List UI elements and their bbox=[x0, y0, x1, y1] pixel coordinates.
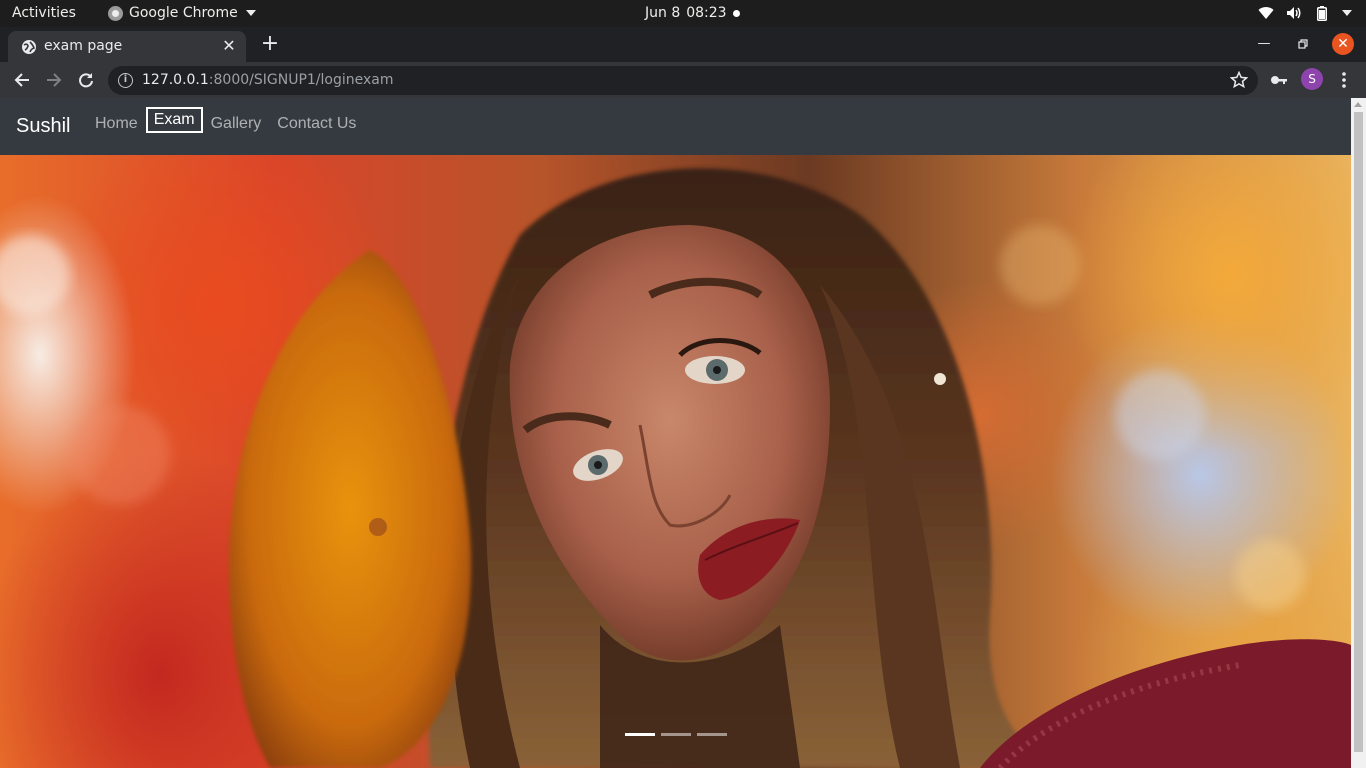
url-text[interactable]: 127.0.0.1:8000/SIGNUP1/loginexam bbox=[142, 72, 393, 88]
system-tray[interactable] bbox=[1258, 5, 1352, 21]
page-scrollbar[interactable] bbox=[1351, 98, 1366, 768]
carousel-indicator-1[interactable] bbox=[625, 733, 655, 736]
scroll-up-arrow-icon[interactable] bbox=[1354, 102, 1362, 107]
battery-icon bbox=[1314, 5, 1330, 21]
navbar-links: Home Exam Gallery Contact Us bbox=[87, 107, 364, 141]
clock[interactable]: Jun 8 08:23 bbox=[645, 5, 740, 21]
app-menu[interactable]: Google Chrome bbox=[108, 5, 256, 21]
navbar-brand[interactable]: Sushil bbox=[16, 115, 70, 138]
minimize-button[interactable]: — bbox=[1253, 33, 1275, 55]
globe-icon bbox=[21, 39, 37, 55]
caret-down-icon bbox=[245, 10, 256, 16]
carousel-indicator-3[interactable] bbox=[697, 733, 727, 736]
nav-link-exam[interactable]: Exam bbox=[145, 107, 203, 133]
browser-toolbar: i 127.0.0.1:8000/SIGNUP1/loginexam S bbox=[0, 62, 1366, 98]
more-menu-icon[interactable] bbox=[1336, 70, 1352, 90]
back-button[interactable] bbox=[10, 68, 34, 92]
tab-close-icon[interactable]: ✕ bbox=[220, 37, 238, 55]
window-close-button[interactable]: ✕ bbox=[1332, 33, 1354, 55]
new-tab-button[interactable]: + bbox=[258, 33, 282, 57]
tab-title: exam page bbox=[44, 38, 123, 54]
activities-button[interactable]: Activities bbox=[12, 5, 76, 21]
address-bar[interactable]: i 127.0.0.1:8000/SIGNUP1/loginexam bbox=[108, 66, 1258, 95]
page-viewport: Sushil Home Exam Gallery Contact Us bbox=[0, 98, 1351, 768]
carousel-slide-image bbox=[0, 155, 1351, 768]
notification-dot-icon bbox=[732, 9, 740, 17]
forward-button[interactable] bbox=[42, 68, 66, 92]
clock-date: Jun 8 bbox=[645, 5, 681, 21]
scrollbar-thumb[interactable] bbox=[1354, 112, 1363, 752]
site-info-icon[interactable]: i bbox=[118, 73, 133, 88]
tab-exam-page[interactable]: exam page ✕ bbox=[8, 31, 246, 62]
wifi-icon bbox=[1258, 5, 1274, 21]
volume-icon bbox=[1286, 5, 1302, 21]
reload-button[interactable] bbox=[74, 68, 98, 92]
url-path: :8000/SIGNUP1/loginexam bbox=[208, 72, 394, 88]
site-navbar: Sushil Home Exam Gallery Contact Us bbox=[0, 98, 1351, 155]
chrome-icon bbox=[108, 5, 123, 21]
carousel-indicators bbox=[625, 733, 727, 736]
bookmark-star-icon[interactable] bbox=[1229, 70, 1249, 89]
restore-button[interactable] bbox=[1292, 33, 1314, 55]
carousel-indicator-2[interactable] bbox=[661, 733, 691, 736]
clock-time: 08:23 bbox=[686, 5, 727, 21]
tab-strip: exam page ✕ + — ✕ bbox=[0, 27, 1366, 62]
tray-menu-caret-icon bbox=[1342, 10, 1352, 16]
nav-link-home[interactable]: Home bbox=[87, 107, 146, 141]
nav-link-contact-us[interactable]: Contact Us bbox=[269, 107, 364, 141]
password-key-icon[interactable] bbox=[1270, 71, 1288, 89]
portrait-photo bbox=[0, 168, 1351, 768]
system-top-bar: Activities Google Chrome Jun 8 08:23 bbox=[0, 0, 1366, 27]
app-name: Google Chrome bbox=[129, 5, 238, 21]
profile-avatar[interactable]: S bbox=[1301, 68, 1323, 90]
url-host: 127.0.0.1 bbox=[142, 72, 209, 88]
nav-link-gallery[interactable]: Gallery bbox=[203, 107, 270, 141]
